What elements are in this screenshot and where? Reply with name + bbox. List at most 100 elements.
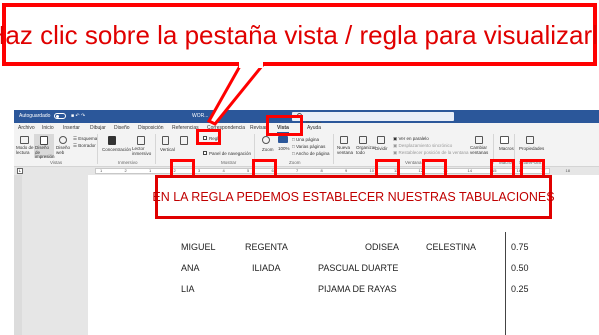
group-separator bbox=[97, 134, 98, 164]
print-layout-icon bbox=[40, 136, 48, 145]
cell-r2c2: ILIADA bbox=[252, 263, 281, 273]
ruler-number: 14 bbox=[467, 168, 472, 173]
autosave-label: Autoguardado bbox=[19, 113, 51, 119]
one-page-label: Una página bbox=[295, 137, 319, 142]
tab-revisar[interactable]: Revisar bbox=[250, 123, 267, 133]
side-by-side-label: Ver en paralelo bbox=[398, 136, 429, 141]
tab-dibujar[interactable]: Dibujar bbox=[90, 123, 106, 133]
web-layout-label[interactable]: Diseño web bbox=[56, 145, 70, 155]
immersive-reader-label[interactable]: Lector inmersivo bbox=[132, 146, 152, 156]
ruler-number: 2 bbox=[124, 168, 127, 173]
document-name: WOR... bbox=[192, 113, 209, 119]
read-mode-label[interactable]: Modo de lectura bbox=[16, 145, 34, 155]
zoom-100-icon[interactable] bbox=[278, 136, 288, 143]
reset-window-button[interactable]: ▣ Restablecer posición de la ventana bbox=[393, 150, 469, 155]
vertical-label[interactable]: Vertical bbox=[160, 147, 175, 152]
ruler-number: 7 bbox=[296, 168, 299, 173]
outline-label: Esquema bbox=[78, 136, 98, 141]
arrange-all-icon[interactable] bbox=[359, 136, 367, 144]
outline-button[interactable]: ☰ Esquema bbox=[73, 136, 97, 141]
one-page-button[interactable]: □ Una página bbox=[292, 137, 319, 142]
tab-diseno[interactable]: Diseño bbox=[114, 123, 130, 133]
arrange-all-label[interactable]: Organizar todo bbox=[356, 145, 376, 155]
tab-selector-icon[interactable]: L bbox=[17, 168, 23, 174]
new-window-icon[interactable] bbox=[340, 136, 348, 144]
nav-pane-checkbox[interactable] bbox=[203, 151, 207, 155]
regla-highlight bbox=[196, 129, 221, 145]
cell-r1c4: CELESTINA bbox=[426, 242, 477, 252]
switch-windows-icon[interactable] bbox=[475, 136, 483, 144]
ruler-number: 3 bbox=[198, 168, 201, 173]
cell-r2c1: ANA bbox=[181, 263, 200, 273]
side-to-side-icon[interactable] bbox=[180, 136, 188, 145]
new-window-label[interactable]: Nueva ventana bbox=[337, 145, 353, 155]
ruler-number: 4 bbox=[222, 168, 225, 173]
side-by-side-button[interactable]: ▣ Ver en paralelo bbox=[393, 136, 429, 141]
ruler-number: 5 bbox=[247, 168, 250, 173]
tab-disposicion[interactable]: Disposición bbox=[138, 123, 164, 133]
instruction-text: Haz clic sobre la pestaña vista / regla … bbox=[0, 19, 599, 50]
sync-scroll-button[interactable]: ▣ Desplazamiento sincrónico bbox=[393, 143, 452, 148]
tab-referencias[interactable]: Referencias bbox=[172, 123, 199, 133]
reset-window-label: Restablecer posición de la ventana bbox=[398, 150, 469, 155]
group-inmersivo-label: Inmersivo bbox=[118, 160, 138, 165]
zoom-label[interactable]: Zoom bbox=[262, 147, 274, 152]
page-width-label: Ancho de página bbox=[295, 151, 330, 156]
group-ventana-label: Ventana bbox=[405, 160, 422, 165]
bar-tab-line bbox=[505, 232, 506, 335]
tab-inicio[interactable]: Inicio bbox=[42, 123, 54, 133]
cell-r1c2: REGENTA bbox=[245, 242, 288, 252]
nav-pane-label[interactable]: Panel de navegación bbox=[209, 151, 251, 156]
ruler-number: 9 bbox=[345, 168, 348, 173]
draft-button[interactable]: ☰ Borrador bbox=[73, 143, 96, 148]
read-mode-icon[interactable] bbox=[20, 136, 29, 144]
split-label[interactable]: Dividir bbox=[375, 146, 388, 151]
draft-label: Borrador bbox=[78, 143, 96, 148]
properties-label[interactable]: Propiedades bbox=[519, 146, 544, 151]
ruler-number: 1 bbox=[149, 168, 152, 173]
save-icon[interactable]: ■ ↶ ↷ bbox=[71, 110, 85, 123]
vista-highlight bbox=[266, 115, 303, 136]
cell-r1c1: MIGUEL bbox=[181, 242, 216, 252]
tab-insertar[interactable]: Insertar bbox=[63, 123, 80, 133]
macros-icon[interactable] bbox=[500, 136, 509, 144]
cell-r2c5: 0.50 bbox=[511, 263, 529, 273]
group-zoom-label: Zoom bbox=[289, 160, 301, 165]
ruler-number: 10 bbox=[369, 168, 374, 173]
multiple-pages-button[interactable]: □ Varias páginas bbox=[292, 144, 325, 149]
cell-r3c3: PIJAMA DE RAYAS bbox=[318, 284, 397, 294]
macros-label[interactable]: Macros bbox=[499, 146, 514, 151]
group-separator bbox=[155, 134, 156, 164]
sync-scroll-label: Desplazamiento sincrónico bbox=[398, 143, 453, 148]
ruler-number: 1 bbox=[100, 168, 103, 173]
cell-r3c1: LIA bbox=[181, 284, 195, 294]
vertical-icon[interactable] bbox=[162, 136, 169, 145]
cell-r1c5: 0.75 bbox=[511, 242, 529, 252]
cell-r1c3: ODISEA bbox=[365, 242, 400, 252]
zoom-100-label[interactable]: 100% bbox=[278, 146, 290, 151]
multiple-pages-label: Varias páginas bbox=[295, 144, 326, 149]
switch-windows-label[interactable]: Cambiar ventanas bbox=[470, 145, 490, 155]
web-layout-icon[interactable] bbox=[59, 136, 67, 144]
zoom-icon[interactable] bbox=[262, 136, 270, 144]
cell-r3c5: 0.25 bbox=[511, 284, 529, 294]
vertical-ruler bbox=[14, 175, 22, 335]
tab-archivo[interactable]: Archivo bbox=[18, 123, 35, 133]
group-mostrar-label: Mostrar bbox=[221, 160, 237, 165]
print-layout-label: Diseño de impresión bbox=[35, 145, 55, 159]
properties-icon[interactable] bbox=[526, 136, 534, 144]
autosave-toggle[interactable] bbox=[54, 113, 66, 119]
search-box[interactable]: Buscar bbox=[292, 112, 454, 127]
page-width-button[interactable]: □ Ancho de página bbox=[292, 151, 330, 156]
ruler-number: 8 bbox=[320, 168, 323, 173]
immersive-reader-icon[interactable] bbox=[137, 136, 145, 145]
split-icon[interactable] bbox=[377, 136, 385, 144]
group-vistas-label: Vistas bbox=[50, 160, 63, 165]
cell-r2c3: PASCUAL DUARTE bbox=[318, 263, 399, 273]
tab-ayuda[interactable]: Ayuda bbox=[307, 123, 321, 133]
focus-icon[interactable] bbox=[108, 136, 116, 145]
ruler-number: 18 bbox=[565, 168, 570, 173]
ruler-callout-text: EN LA REGLA PEDEMOS ESTABLECER NUESTRAS … bbox=[152, 190, 555, 204]
focus-label[interactable]: Concentración bbox=[102, 147, 131, 152]
group-separator bbox=[333, 134, 334, 164]
